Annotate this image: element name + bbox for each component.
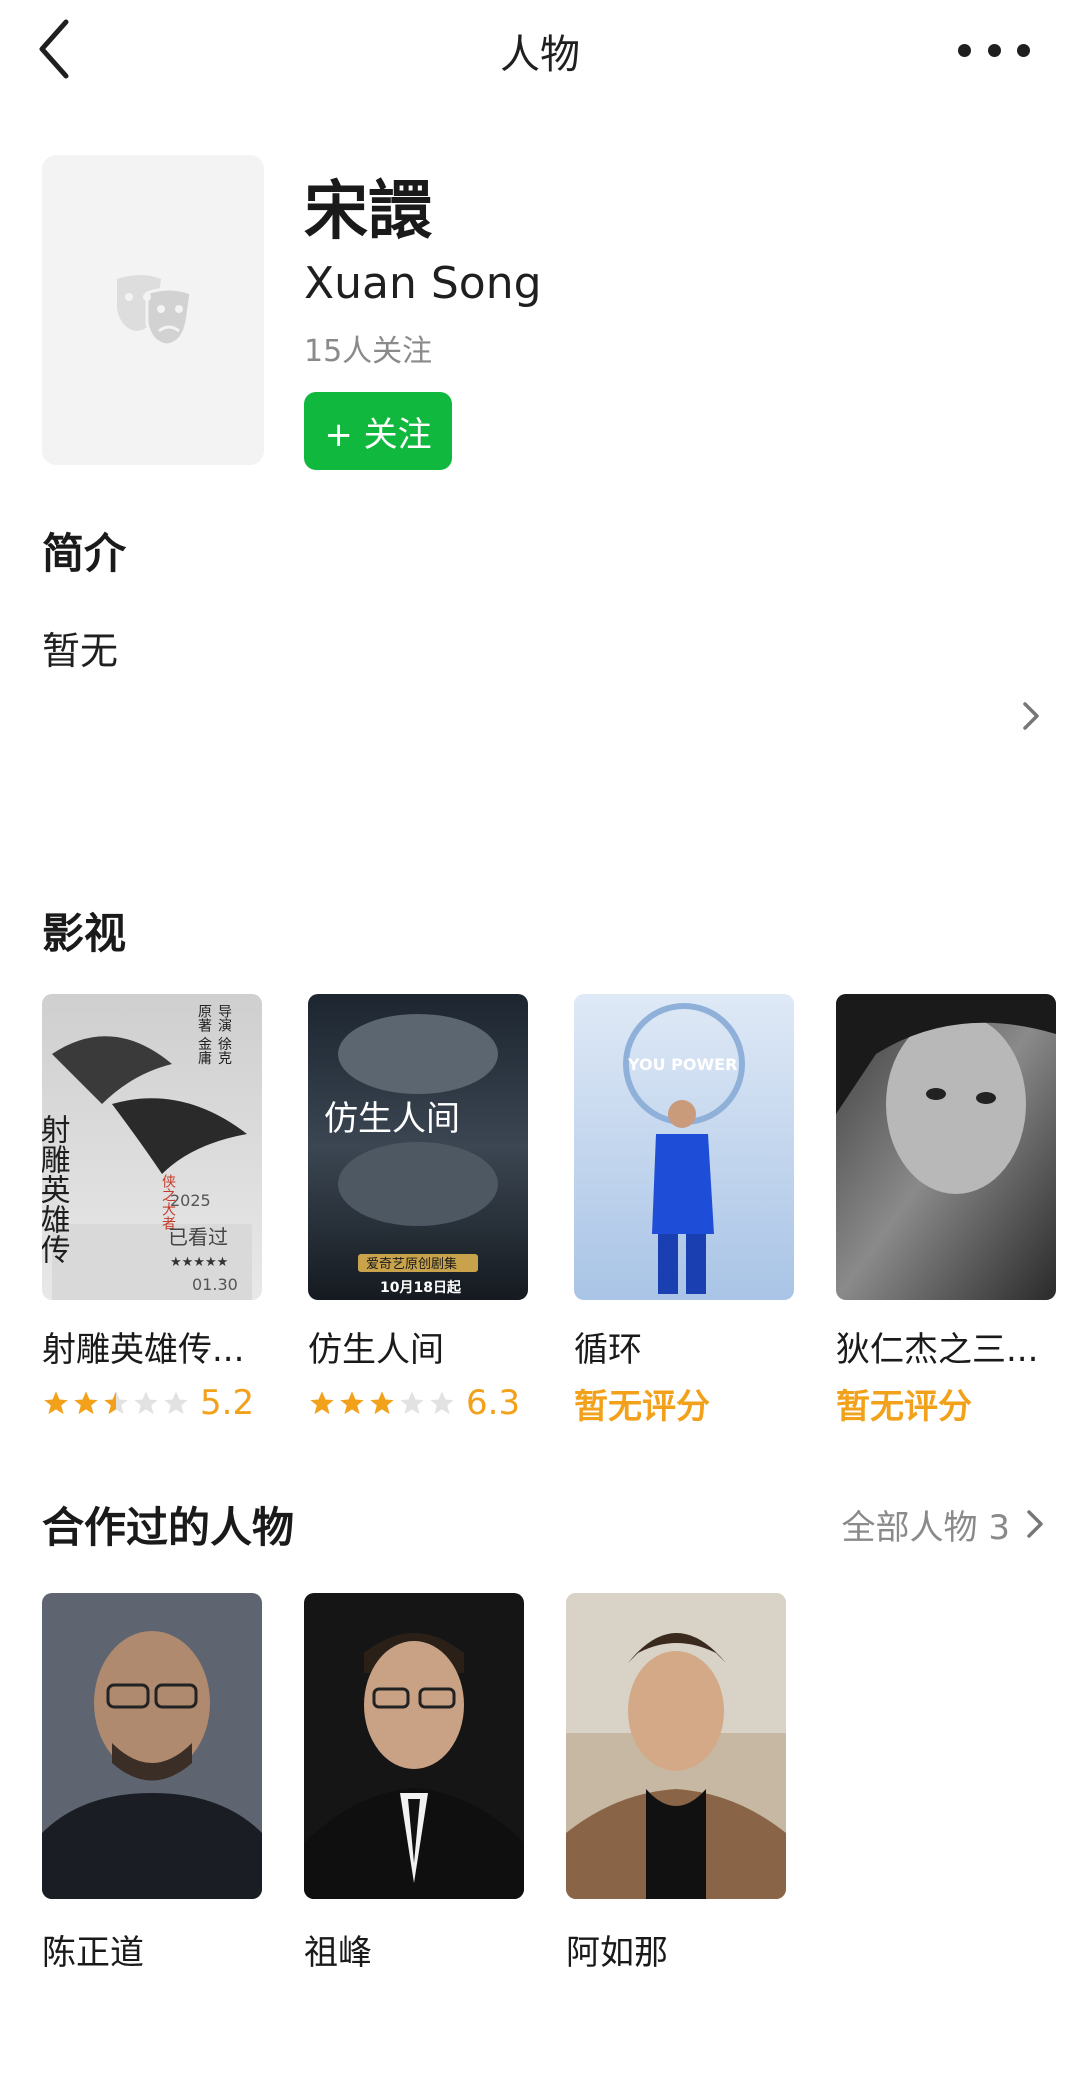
work-poster[interactable]: 射雕英雄传 导演 徐克 原著 金庸 侠之大者 2025 已看过 ★★★★★ 01… xyxy=(42,994,262,1300)
collaborators-title: 合作过的人物 xyxy=(42,1503,295,1552)
star-empty-icon xyxy=(134,1391,158,1415)
follow-button[interactable]: + 关注 xyxy=(304,392,452,470)
star-icon xyxy=(74,1391,98,1415)
rating-score: 6.3 xyxy=(466,1383,521,1423)
person-name-en: Xuan Song xyxy=(304,258,542,309)
rating-row: 6.3 xyxy=(308,1381,530,1425)
svg-text:已看过: 已看过 xyxy=(168,1225,228,1249)
rating-row: 暂无评分 xyxy=(836,1381,1058,1427)
star-rating xyxy=(308,1389,458,1417)
star-icon xyxy=(340,1391,364,1415)
top-bar: 人物 xyxy=(0,0,1080,100)
svg-text:2025: 2025 xyxy=(170,1191,211,1210)
person-photo[interactable] xyxy=(304,1593,524,1899)
rating-score: 5.2 xyxy=(200,1383,255,1423)
chevron-right-icon xyxy=(1023,702,1039,730)
poster-title-text: 仿生人间 xyxy=(324,1099,460,1139)
svg-text:01.30: 01.30 xyxy=(192,1275,238,1294)
star-icon xyxy=(370,1391,394,1415)
person-photo[interactable] xyxy=(42,1593,262,1899)
svg-text:爱奇艺原创剧集: 爱奇艺原创剧集 xyxy=(366,1256,457,1272)
person-name[interactable]: 阿如那 xyxy=(566,1925,786,1974)
work-poster[interactable]: 仿生人间 爱奇艺原创剧集 10月18日起 xyxy=(308,994,528,1300)
more-icon xyxy=(958,43,971,57)
works-list: 射雕英雄传 导演 徐克 原著 金庸 侠之大者 2025 已看过 ★★★★★ 01… xyxy=(42,994,1080,1444)
chevron-right-icon xyxy=(1027,1510,1043,1538)
person-name-cn: 宋譞 xyxy=(304,175,432,249)
star-icon xyxy=(310,1391,334,1415)
person-card[interactable]: 祖峰 xyxy=(304,1593,524,1974)
person-name[interactable]: 祖峰 xyxy=(304,1925,524,1974)
work-item[interactable]: 射雕英雄传 导演 徐克 原著 金庸 侠之大者 2025 已看过 ★★★★★ 01… xyxy=(42,994,264,1425)
intro-text: 暂无 xyxy=(42,629,119,673)
all-people-link[interactable]: 全部人物 3 xyxy=(842,1497,1046,1551)
person-avatar-placeholder xyxy=(42,155,264,465)
person-card[interactable]: 阿如那 xyxy=(566,1593,786,1974)
star-half-icon xyxy=(104,1391,128,1415)
svg-text:原著 金庸: 原著 金庸 xyxy=(196,1004,212,1065)
person-photo[interactable] xyxy=(566,1593,786,1899)
poster-title-text: 射雕英雄传 xyxy=(42,1114,71,1264)
no-rating-label: 暂无评分 xyxy=(836,1386,972,1427)
star-empty-icon xyxy=(164,1391,188,1415)
work-poster[interactable] xyxy=(836,994,1056,1300)
rating-row: 暂无评分 xyxy=(574,1381,796,1427)
all-people-label: 全部人物 3 xyxy=(841,1507,1010,1548)
rating-row: 5.2 xyxy=(42,1381,264,1425)
intro-title: 简介 xyxy=(42,529,127,578)
intro-expand-button[interactable] xyxy=(1016,696,1046,736)
work-title[interactable]: 射雕英雄传... xyxy=(42,1322,264,1371)
svg-text:10月18日起: 10月18日起 xyxy=(380,1279,462,1296)
work-item[interactable]: 狄仁杰之三... 暂无评分 xyxy=(836,994,1058,1427)
page-title: 人物 xyxy=(500,32,580,78)
more-button[interactable] xyxy=(958,28,1030,72)
works-title: 影视 xyxy=(42,909,127,958)
work-poster[interactable]: YOU POWER xyxy=(574,994,794,1300)
svg-text:★★★★★: ★★★★★ xyxy=(170,1255,228,1270)
star-empty-icon xyxy=(400,1391,424,1415)
star-empty-icon xyxy=(430,1391,454,1415)
person-name[interactable]: 陈正道 xyxy=(42,1925,262,1974)
person-card[interactable]: 陈正道 xyxy=(42,1593,262,1974)
follower-count: 15人关注 xyxy=(304,334,433,369)
work-title[interactable]: 仿生人间 xyxy=(308,1322,530,1371)
drama-masks-icon xyxy=(117,275,193,347)
work-item[interactable]: YOU POWER 循环 暂无评分 xyxy=(574,994,796,1427)
work-title[interactable]: 循环 xyxy=(574,1322,796,1371)
star-rating xyxy=(42,1389,192,1417)
work-item[interactable]: 仿生人间 爱奇艺原创剧集 10月18日起 仿生人间 6.3 xyxy=(308,994,530,1425)
work-title[interactable]: 狄仁杰之三... xyxy=(836,1322,1058,1371)
no-rating-label: 暂无评分 xyxy=(574,1386,710,1427)
poster-title-text: YOU POWER xyxy=(627,1055,737,1074)
svg-text:导演 徐克: 导演 徐克 xyxy=(216,1004,232,1066)
star-icon xyxy=(44,1391,68,1415)
